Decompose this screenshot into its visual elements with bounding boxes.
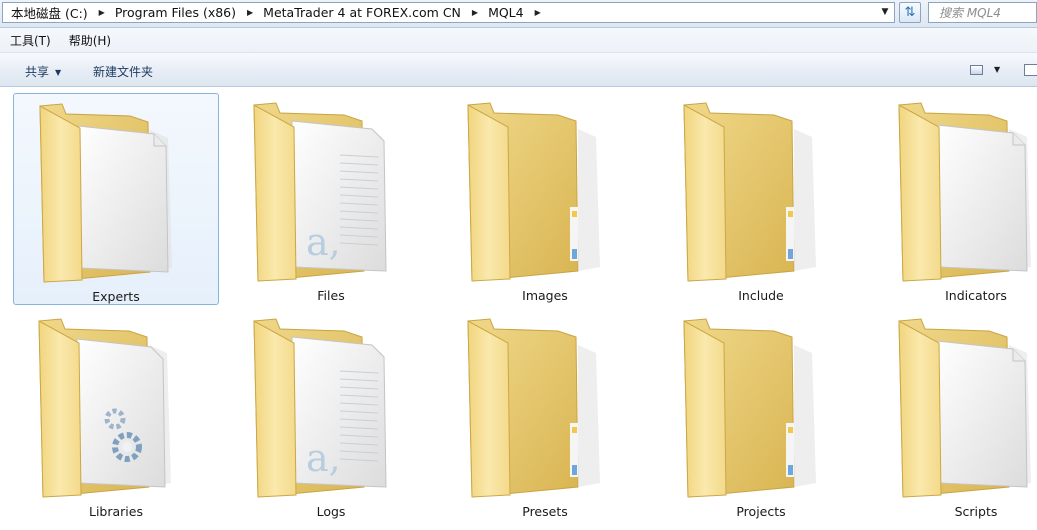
folder-libraries[interactable]: Libraries bbox=[13, 309, 219, 521]
breadcrumb[interactable]: 本地磁盘 (C:) ▶ Program Files (x86) ▶ MetaTr… bbox=[2, 2, 895, 23]
search-input[interactable] bbox=[928, 2, 1037, 23]
folder-icon bbox=[683, 102, 817, 282]
new-folder-button[interactable]: 新建文件夹 bbox=[93, 63, 153, 80]
refresh-button[interactable]: ⇅ bbox=[899, 2, 921, 23]
folder-label: Files bbox=[317, 288, 345, 303]
menu-tools[interactable]: 工具(T) bbox=[0, 32, 59, 49]
address-bar: 本地磁盘 (C:) ▶ Program Files (x86) ▶ MetaTr… bbox=[0, 0, 1037, 28]
folder-label: Include bbox=[738, 288, 784, 303]
share-button[interactable]: 共享 ▼ bbox=[25, 63, 61, 80]
share-label: 共享 bbox=[25, 65, 50, 79]
breadcrumb-mql4[interactable]: MQL4 bbox=[486, 5, 526, 20]
folder-files[interactable]: Files bbox=[228, 93, 434, 305]
breadcrumb-separator-icon[interactable]: ▶ bbox=[99, 8, 105, 17]
folder-label: Projects bbox=[736, 504, 786, 519]
folder-label: Presets bbox=[522, 504, 568, 519]
folder-images[interactable]: Images bbox=[442, 93, 648, 305]
breadcrumb-separator-icon[interactable]: ▶ bbox=[247, 8, 253, 17]
folder-label: Logs bbox=[316, 504, 346, 519]
folder-icon bbox=[253, 102, 387, 282]
folder-icon bbox=[683, 318, 817, 498]
folder-projects[interactable]: Projects bbox=[658, 309, 864, 521]
chevron-down-icon: ▼ bbox=[55, 68, 62, 77]
folder-presets[interactable]: Presets bbox=[442, 309, 648, 521]
folder-icon bbox=[38, 318, 172, 498]
folder-label: Experts bbox=[92, 289, 140, 304]
folder-scripts[interactable]: Scripts bbox=[873, 309, 1037, 521]
breadcrumb-metatrader[interactable]: MetaTrader 4 at FOREX.com CN bbox=[261, 5, 463, 20]
breadcrumb-local-disk[interactable]: 本地磁盘 (C:) bbox=[9, 3, 90, 22]
folder-include[interactable]: Include bbox=[658, 93, 864, 305]
address-history-dropdown-icon[interactable]: ▼ bbox=[879, 6, 891, 19]
folder-label: Scripts bbox=[954, 504, 998, 519]
folder-icon bbox=[467, 102, 601, 282]
folder-label: Images bbox=[522, 288, 568, 303]
folder-icon bbox=[898, 318, 1032, 498]
breadcrumb-program-files[interactable]: Program Files (x86) bbox=[113, 5, 238, 20]
preview-pane-icon[interactable] bbox=[1024, 64, 1037, 76]
folder-logs[interactable]: Logs bbox=[228, 309, 434, 521]
breadcrumb-separator-icon[interactable]: ▶ bbox=[472, 8, 478, 17]
breadcrumb-separator-icon[interactable]: ▶ bbox=[535, 8, 541, 17]
command-bar: 共享 ▼ 新建文件夹 ▼ bbox=[0, 53, 1037, 87]
refresh-icon: ⇅ bbox=[904, 5, 916, 20]
folder-icon bbox=[467, 318, 601, 498]
folder-experts[interactable]: Experts bbox=[13, 93, 219, 305]
folder-icon bbox=[898, 102, 1032, 282]
menu-help[interactable]: 帮助(H) bbox=[59, 32, 119, 49]
menu-bar: 工具(T) 帮助(H) bbox=[0, 28, 1037, 53]
folder-label: Indicators bbox=[945, 288, 1007, 303]
folder-indicators[interactable]: Indicators bbox=[873, 93, 1037, 305]
folder-icon bbox=[39, 103, 173, 283]
folder-view: Experts Files Images Include Indicators … bbox=[0, 87, 1037, 530]
folder-icon bbox=[253, 318, 387, 498]
chevron-down-icon[interactable]: ▼ bbox=[994, 65, 1000, 74]
folder-label: Libraries bbox=[89, 504, 143, 519]
change-view-icon[interactable] bbox=[970, 65, 983, 75]
